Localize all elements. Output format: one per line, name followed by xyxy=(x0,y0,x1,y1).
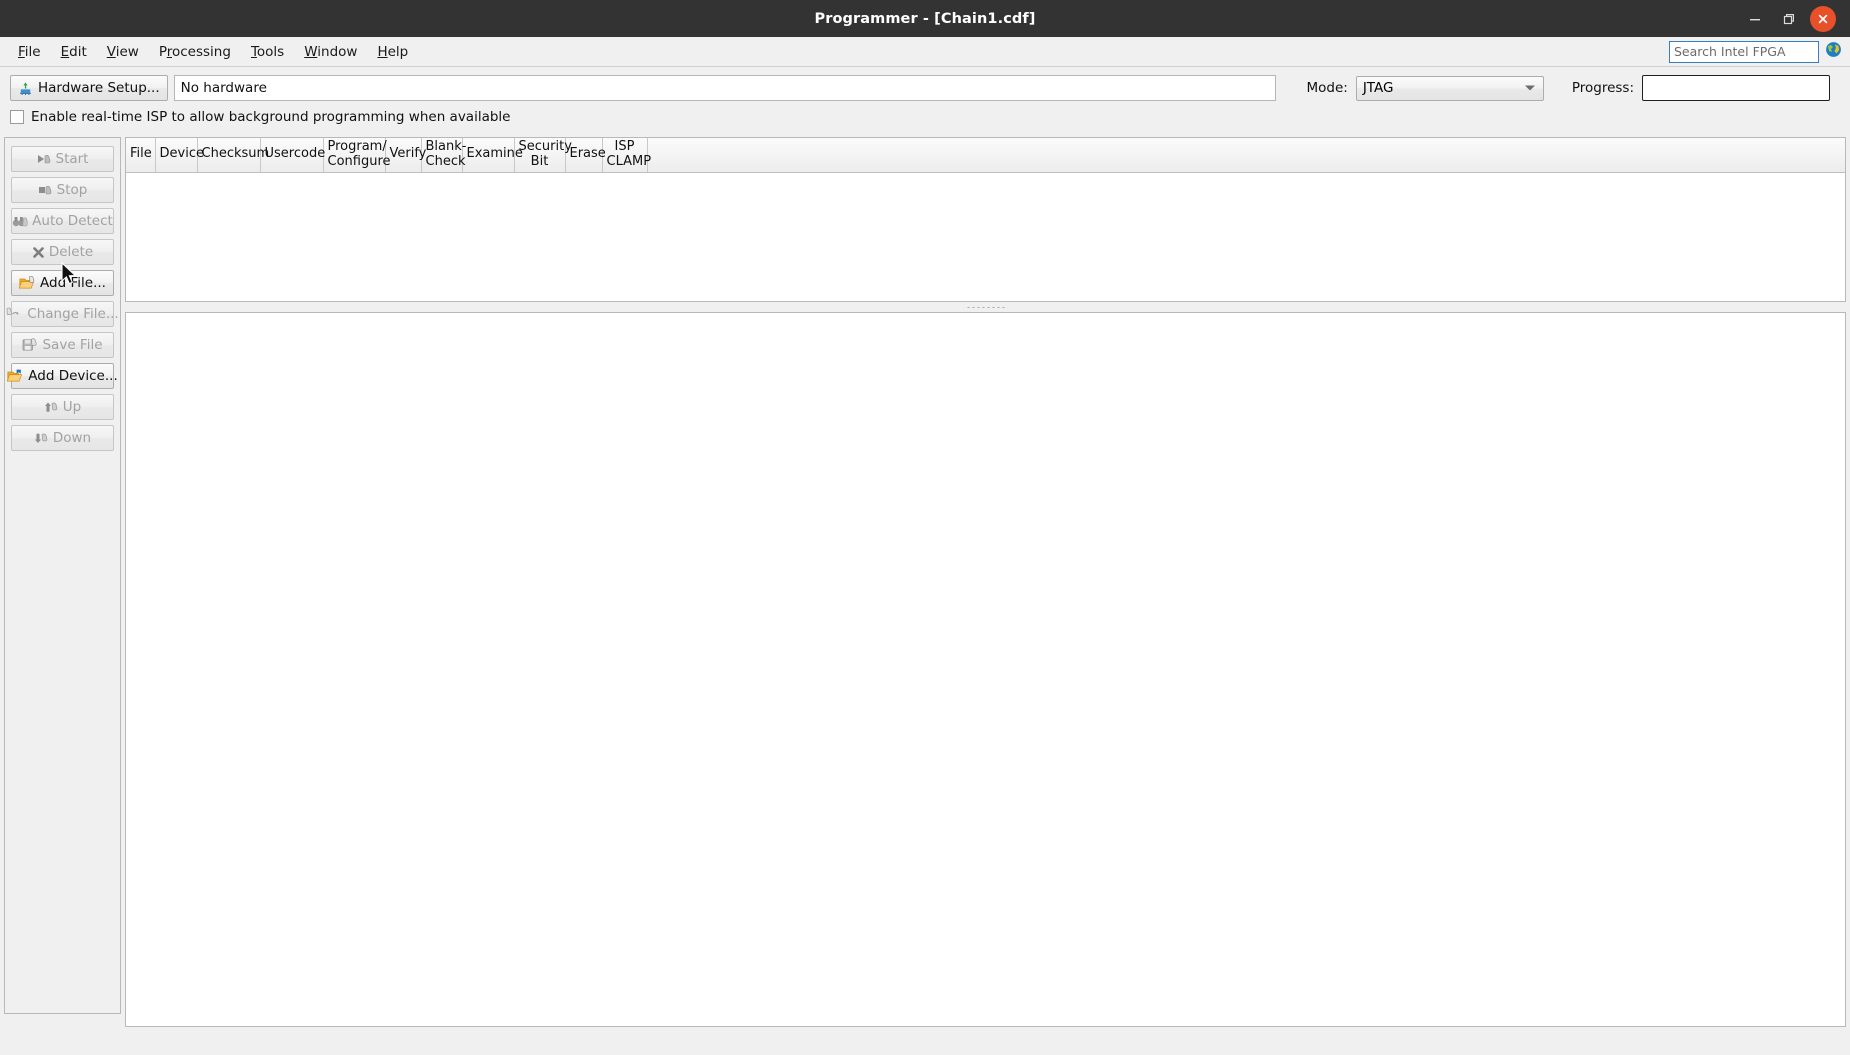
add-file-button[interactable]: Add File... xyxy=(11,270,114,296)
search-area xyxy=(1669,40,1850,63)
up-button-label: Up xyxy=(62,399,82,415)
menu-item-help[interactable]: Help xyxy=(367,41,418,63)
toolbar: Hardware Setup... No hardware Mode: JTAG… xyxy=(0,66,1850,131)
folder-device-icon xyxy=(7,369,24,383)
device-chain-table: File Device Checksum Usercode Program/Co… xyxy=(126,138,1845,173)
column-header-program-configure[interactable]: Program/Configure xyxy=(323,138,391,173)
toolbar-row: Hardware Setup... No hardware Mode: JTAG… xyxy=(10,75,1840,101)
search-input[interactable] xyxy=(1669,40,1819,63)
folder-add-icon xyxy=(19,276,36,290)
column-header-file[interactable]: File xyxy=(126,138,156,173)
table-header-row: File Device Checksum Usercode Program/Co… xyxy=(126,138,1845,173)
arrow-up-icon xyxy=(44,401,59,414)
column-header-filler xyxy=(647,138,1845,173)
hardware-value-text: No hardware xyxy=(180,80,267,96)
column-header-blank-check[interactable]: Blank- Check xyxy=(421,138,466,173)
file-change-icon xyxy=(6,307,23,321)
hardware-setup-label: Hardware Setup... xyxy=(38,80,160,96)
chain-diagram-pane[interactable] xyxy=(125,312,1846,1027)
column-header-device[interactable]: Device xyxy=(155,138,204,173)
add-file-button-label: Add File... xyxy=(40,275,106,291)
maximize-button[interactable] xyxy=(1772,2,1806,36)
save-file-button[interactable]: Save File xyxy=(11,332,114,358)
isp-checkbox-label: Enable real-time ISP to allow background… xyxy=(31,109,511,125)
chevron-down-icon xyxy=(1524,85,1535,91)
change-file-button-label: Change File... xyxy=(27,306,119,322)
progress-label: Progress: xyxy=(1571,80,1634,96)
up-button[interactable]: Up xyxy=(11,394,114,420)
arrow-down-icon xyxy=(34,432,49,445)
isp-checkbox[interactable] xyxy=(10,110,24,124)
action-button-panel: Start Stop Auto Detect Delete Add File..… xyxy=(4,137,121,1014)
floppy-save-icon xyxy=(22,338,38,352)
down-button-label: Down xyxy=(52,430,92,446)
menu-item-window[interactable]: Window xyxy=(294,41,367,63)
add-device-button-label: Add Device... xyxy=(28,368,118,384)
add-device-button[interactable]: Add Device... xyxy=(7,363,118,389)
mode-select[interactable]: JTAG xyxy=(1355,75,1544,101)
mode-label: Mode: xyxy=(1306,80,1348,96)
menu-item-tools[interactable]: Tools xyxy=(241,41,294,63)
progress-bar xyxy=(1642,75,1830,101)
globe-icon[interactable] xyxy=(1825,41,1842,62)
delete-button-label: Delete xyxy=(48,244,94,260)
splitter-grip-icon xyxy=(965,305,1006,309)
close-button[interactable] xyxy=(1806,2,1840,36)
start-button[interactable]: Start xyxy=(11,146,114,172)
column-header-checksum[interactable]: Checksum xyxy=(197,138,269,173)
change-file-button[interactable]: Change File... xyxy=(6,301,119,327)
delete-button[interactable]: Delete xyxy=(11,239,114,265)
play-icon xyxy=(37,153,52,166)
title-bar: Programmer - [Chain1.cdf] xyxy=(0,0,1850,37)
hardware-value-field[interactable]: No hardware xyxy=(173,75,1277,101)
window-title: Programmer - [Chain1.cdf] xyxy=(814,10,1036,27)
main-body: Start Stop Auto Detect Delete Add File..… xyxy=(0,131,1850,1031)
column-header-isp-clamp[interactable]: ISP CLAMP xyxy=(602,138,651,173)
x-delete-icon xyxy=(32,246,45,259)
minimize-button[interactable] xyxy=(1738,2,1772,36)
device-chain-table-pane[interactable]: File Device Checksum Usercode Program/Co… xyxy=(125,137,1846,302)
mode-value: JTAG xyxy=(1362,80,1394,96)
auto-detect-button[interactable]: Auto Detect xyxy=(11,208,114,234)
auto-detect-button-label: Auto Detect xyxy=(32,213,113,229)
save-file-button-label: Save File xyxy=(42,337,103,353)
column-header-usercode[interactable]: Usercode xyxy=(260,138,325,173)
stop-button-label: Stop xyxy=(56,182,88,198)
chip-upload-icon xyxy=(18,81,33,96)
isp-checkbox-row[interactable]: Enable real-time ISP to allow background… xyxy=(10,109,1840,127)
binoculars-icon xyxy=(12,215,28,228)
menu-item-processing[interactable]: Processing xyxy=(149,41,241,63)
start-button-label: Start xyxy=(55,151,89,167)
menu-bar: File Edit View Processing Tools Window H… xyxy=(0,37,1850,66)
stop-icon xyxy=(38,184,53,197)
column-header-examine[interactable]: Examine xyxy=(462,138,523,173)
pane-splitter[interactable] xyxy=(125,302,1846,312)
down-button[interactable]: Down xyxy=(11,425,114,451)
stop-button[interactable]: Stop xyxy=(11,177,114,203)
hardware-setup-button[interactable]: Hardware Setup... xyxy=(10,75,168,101)
menu-item-edit[interactable]: Edit xyxy=(51,41,97,63)
menu-item-view[interactable]: View xyxy=(97,41,149,63)
right-stack: File Device Checksum Usercode Program/Co… xyxy=(125,137,1846,1027)
window-controls xyxy=(1738,2,1850,36)
close-icon xyxy=(1810,5,1836,32)
menu-item-file[interactable]: File xyxy=(8,41,51,63)
